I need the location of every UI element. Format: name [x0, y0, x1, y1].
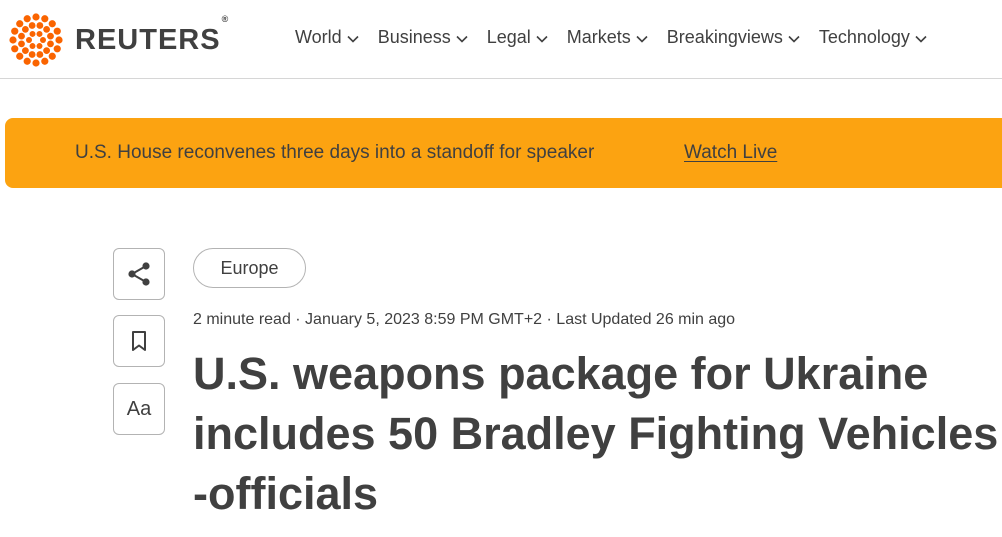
nav-item-label: Business: [377, 27, 451, 47]
chevron-down-icon: [915, 35, 927, 43]
logo-dot: [26, 37, 32, 43]
logo-dot: [11, 27, 19, 35]
breaking-news-banner: U.S. House reconvenes three days into a …: [5, 118, 1002, 188]
nav-item-world[interactable]: World: [295, 27, 359, 48]
nav-item-label: Legal: [486, 27, 531, 47]
font-size-button[interactable]: Aa: [113, 383, 165, 435]
banner-headline: U.S. House reconvenes three days into a …: [75, 142, 595, 163]
chevron-down-icon: [636, 35, 648, 43]
logo-dot: [36, 51, 44, 58]
logo-wordmark: REUTERS®: [75, 14, 230, 56]
main-nav: World Business Legal Markets Breakingvie…: [295, 27, 946, 48]
logo-dot: [53, 45, 61, 53]
watch-live-link[interactable]: Watch Live: [684, 142, 777, 164]
chevron-down-icon: [788, 35, 800, 43]
logo-dot: [11, 45, 19, 53]
logo-dot: [47, 40, 54, 48]
chevron-down-icon: [536, 35, 548, 43]
nav-item-legal[interactable]: Legal: [487, 27, 548, 48]
logo-dot: [16, 52, 24, 60]
logo-dot: [23, 15, 31, 23]
chevron-down-icon: [347, 35, 359, 43]
logo-dot: [32, 59, 40, 67]
logo-dot: [16, 20, 24, 28]
share-button[interactable]: [113, 248, 165, 300]
logo-dot: [28, 51, 36, 58]
nav-item-business[interactable]: Business: [378, 27, 468, 48]
reuters-logo[interactable]: REUTERS®: [6, 10, 229, 70]
logo-dot: [40, 37, 46, 43]
nav-item-label: Markets: [566, 27, 631, 47]
logo-dot: [53, 27, 61, 35]
logo-dot: [29, 43, 36, 50]
logo-dot: [36, 22, 44, 29]
logo-dot: [18, 40, 25, 48]
reuters-logo-icon: [9, 13, 63, 67]
nav-item-label: World: [295, 27, 342, 47]
nav-item-label: Breakingviews: [666, 27, 783, 47]
site-header: REUTERS® World Business Legal Markets Br…: [0, 0, 1002, 79]
logo-dot: [41, 57, 49, 65]
logo-dot: [9, 36, 17, 44]
article-headline: U.S. weapons package for Ukraine include…: [193, 348, 999, 519]
logo-dot: [18, 32, 25, 40]
logo-dot: [21, 47, 29, 55]
logo-dot: [28, 22, 36, 29]
nav-item-markets[interactable]: Markets: [567, 27, 648, 48]
logo-dot: [36, 43, 43, 50]
logo-dot: [21, 25, 29, 33]
section-tag-europe[interactable]: Europe: [193, 248, 306, 288]
logo-dot: [36, 30, 43, 37]
logo-dot: [47, 32, 54, 40]
article-meta: 2 minute read · January 5, 2023 8:59 PM …: [193, 311, 736, 328]
logo-dot: [43, 25, 51, 33]
font-size-label: Aa: [126, 397, 152, 420]
logo-dot: [43, 47, 51, 55]
logo-dot: [55, 36, 63, 44]
nav-item-technology[interactable]: Technology: [819, 27, 927, 48]
bookmark-icon: [132, 331, 146, 351]
share-icon: [128, 262, 150, 286]
nav-item-label: Technology: [818, 27, 910, 47]
logo-dot: [32, 13, 40, 21]
logo-dot: [29, 30, 36, 37]
nav-item-breakingviews[interactable]: Breakingviews: [667, 27, 800, 48]
chevron-down-icon: [456, 35, 468, 43]
logo-dot: [23, 57, 31, 65]
logo-dot: [41, 15, 49, 23]
bookmark-button[interactable]: [113, 315, 165, 367]
logo-dot: [48, 20, 56, 28]
logo-dot: [48, 52, 56, 60]
